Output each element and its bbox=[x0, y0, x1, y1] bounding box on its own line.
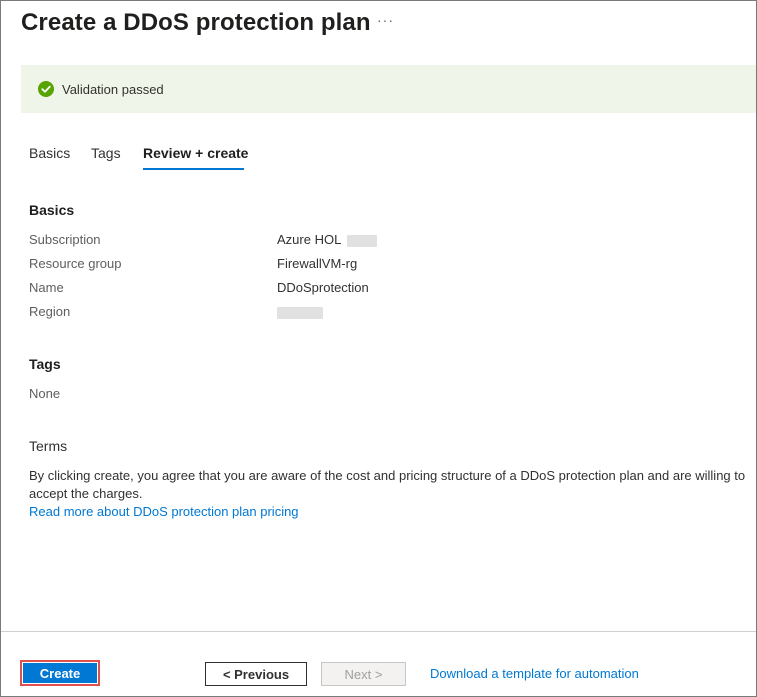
redacted-block bbox=[347, 234, 378, 247]
field-value-wrap bbox=[277, 304, 323, 319]
page-title: Create a DDoS protection plan bbox=[21, 9, 371, 36]
tags-value: None bbox=[29, 386, 61, 401]
more-options-button[interactable]: ··· bbox=[377, 12, 394, 28]
footer-divider bbox=[1, 631, 756, 632]
field-value: DDoSprotection bbox=[277, 280, 369, 295]
field-value-wrap: Azure HOL bbox=[277, 232, 378, 247]
field-row-subscription: Subscription Azure HOL bbox=[29, 232, 729, 252]
tab-review-create[interactable]: Review + create bbox=[143, 145, 248, 161]
pricing-link[interactable]: Read more about DDoS protection plan pri… bbox=[29, 504, 299, 519]
basics-heading: Basics bbox=[29, 202, 75, 218]
field-row-name: Name DDoSprotection bbox=[29, 280, 729, 300]
field-label: Subscription bbox=[29, 232, 101, 247]
previous-button[interactable]: < Previous bbox=[205, 662, 307, 686]
field-row-region: Region bbox=[29, 304, 729, 324]
terms-heading: Terms bbox=[29, 438, 68, 454]
field-value: Azure HOL bbox=[277, 232, 341, 247]
download-template-link[interactable]: Download a template for automation bbox=[430, 666, 639, 681]
create-button[interactable]: Create bbox=[23, 663, 97, 683]
field-label: Name bbox=[29, 280, 64, 295]
active-tab-indicator bbox=[143, 168, 244, 170]
redacted-block bbox=[277, 306, 323, 319]
tab-basics[interactable]: Basics bbox=[29, 145, 70, 161]
blade-panel: Create a DDoS protection plan ··· Valida… bbox=[0, 0, 757, 697]
check-circle-icon bbox=[38, 81, 54, 97]
create-button-highlight: Create bbox=[20, 660, 100, 686]
field-value: FirewallVM-rg bbox=[277, 256, 358, 271]
field-label: Resource group bbox=[29, 256, 122, 271]
field-row-resource-group: Resource group FirewallVM-rg bbox=[29, 256, 729, 276]
tab-tags[interactable]: Tags bbox=[91, 145, 121, 161]
terms-text: By clicking create, you agree that you a… bbox=[29, 468, 746, 501]
tags-heading: Tags bbox=[29, 356, 61, 372]
validation-text: Validation passed bbox=[62, 81, 164, 97]
validation-banner: Validation passed bbox=[21, 65, 756, 113]
next-button: Next > bbox=[321, 662, 406, 686]
field-label: Region bbox=[29, 304, 71, 319]
